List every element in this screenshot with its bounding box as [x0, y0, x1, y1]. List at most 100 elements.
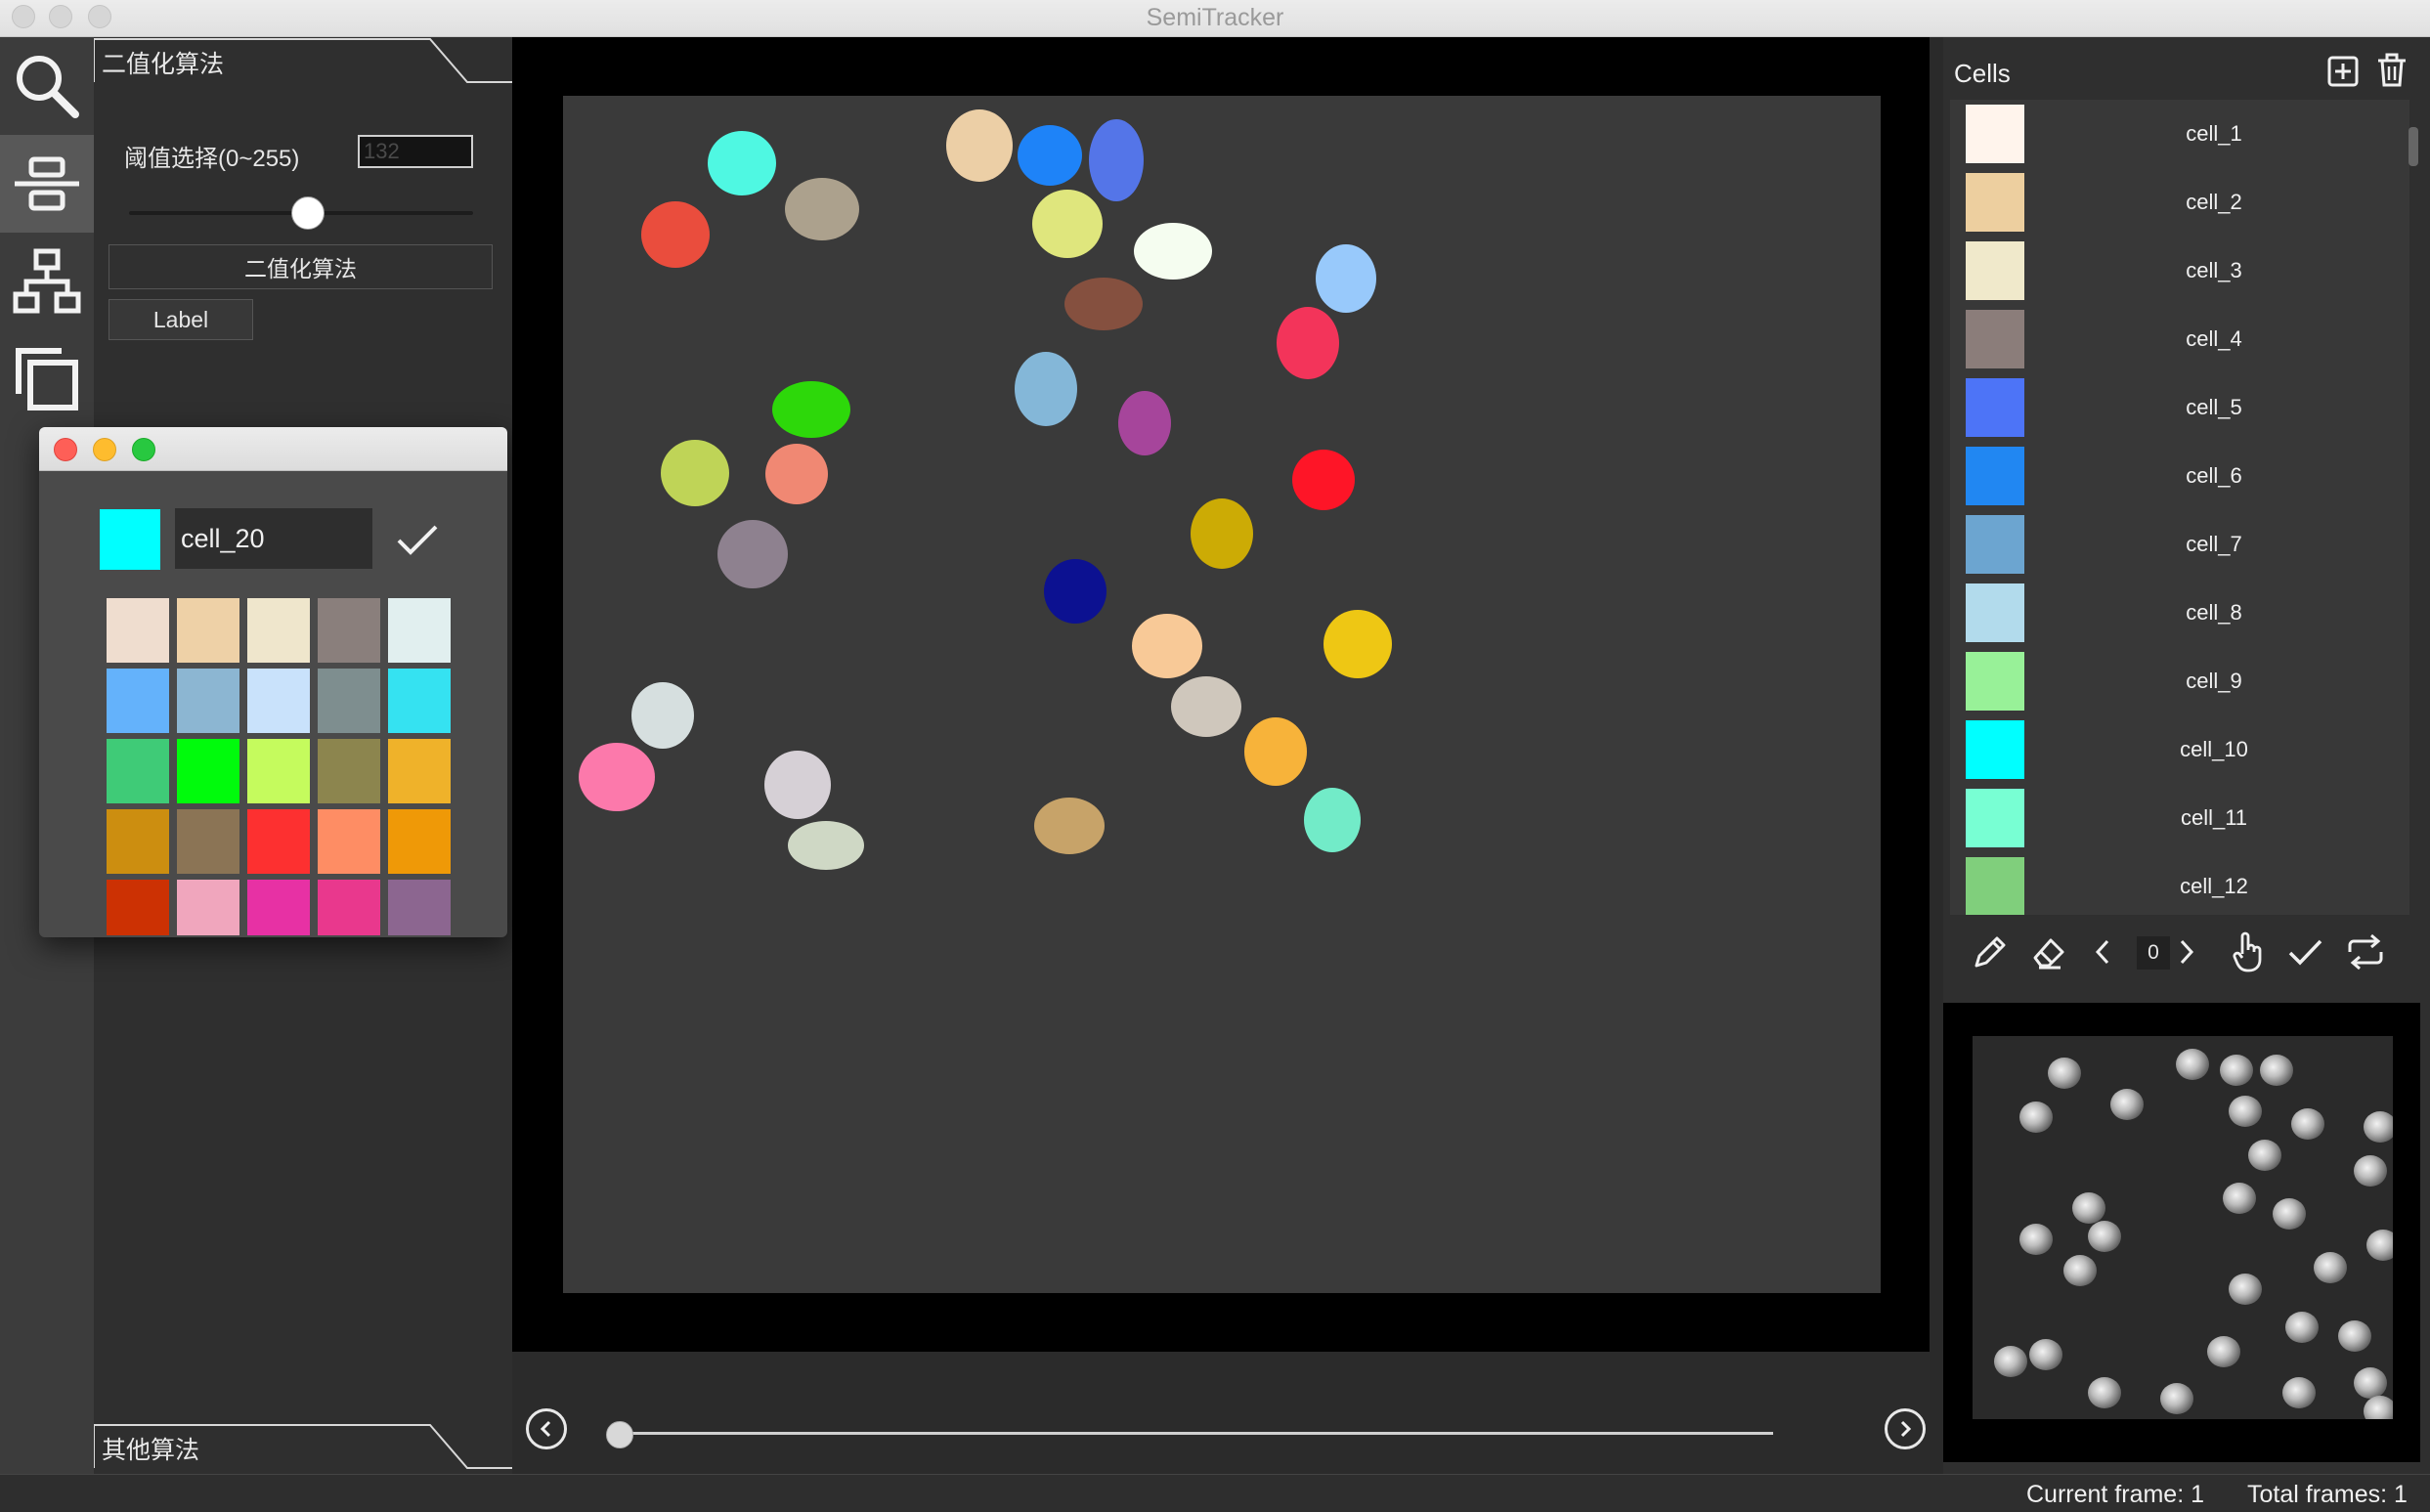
cell-list-item[interactable]: cell_6: [1950, 442, 2400, 510]
next-frame-button[interactable]: [1885, 1408, 1926, 1449]
segmented-cell[interactable]: [1171, 676, 1241, 737]
segmented-cell[interactable]: [788, 821, 864, 870]
cell-list-item[interactable]: cell_11: [1950, 784, 2400, 852]
palette-color-swatch[interactable]: [388, 880, 451, 935]
search-tool-button[interactable]: [0, 37, 94, 135]
palette-color-swatch[interactable]: [247, 809, 310, 874]
dialog-close-button[interactable]: [54, 438, 77, 461]
cell-list-item[interactable]: cell_12: [1950, 852, 2400, 915]
segmented-cell[interactable]: [1244, 717, 1307, 786]
segmented-cell[interactable]: [641, 201, 710, 268]
segmented-cell[interactable]: [661, 440, 729, 506]
dialog-minimize-button[interactable]: [93, 438, 116, 461]
confirm-name-button[interactable]: [393, 515, 442, 564]
palette-color-swatch[interactable]: [388, 669, 451, 733]
segmented-cell[interactable]: [1044, 559, 1107, 624]
palette-color-swatch[interactable]: [177, 880, 239, 935]
palette-color-swatch[interactable]: [107, 669, 169, 733]
segmented-cell[interactable]: [1316, 244, 1376, 313]
segmented-cell[interactable]: [764, 751, 831, 819]
cell-list-item[interactable]: cell_7: [1950, 510, 2400, 579]
cell-list[interactable]: cell_1 cell_2 cell_3 cell_4 cell_5 cell_6 cell…: [1950, 100, 2409, 915]
binarize-button[interactable]: 二值化算法: [108, 244, 493, 289]
palette-color-swatch[interactable]: [318, 669, 380, 733]
palette-color-swatch[interactable]: [318, 809, 380, 874]
segmented-cell[interactable]: [1132, 614, 1202, 678]
cell-list-item[interactable]: cell_1: [1950, 100, 2400, 168]
layers-tool-button[interactable]: [0, 330, 94, 428]
segmented-cell[interactable]: [708, 131, 776, 195]
palette-color-swatch[interactable]: [107, 598, 169, 663]
section-other-header[interactable]: 其他算法: [94, 1423, 512, 1470]
segmented-cell[interactable]: [785, 178, 859, 240]
palette-color-swatch[interactable]: [318, 598, 380, 663]
cell-list-scrollbar[interactable]: [2408, 127, 2418, 166]
segmented-cell[interactable]: [1032, 190, 1103, 258]
threshold-input[interactable]: [358, 135, 473, 168]
segmented-cell[interactable]: [1304, 788, 1361, 852]
palette-color-swatch[interactable]: [177, 598, 239, 663]
palette-color-swatch[interactable]: [318, 739, 380, 803]
segmented-cell[interactable]: [1118, 391, 1171, 455]
segmentation-image[interactable]: [563, 96, 1881, 1293]
segmented-cell[interactable]: [772, 381, 850, 438]
segmented-cell[interactable]: [1277, 307, 1339, 379]
raw-image-preview[interactable]: [1943, 1003, 2420, 1462]
palette-color-swatch[interactable]: [247, 880, 310, 935]
section-binarize-header[interactable]: 二值化算法: [94, 37, 512, 84]
palette-color-swatch[interactable]: [388, 598, 451, 663]
palette-color-swatch[interactable]: [388, 809, 451, 874]
segmented-cell[interactable]: [765, 444, 828, 504]
delete-cell-button[interactable]: [2375, 53, 2408, 88]
cell-list-item[interactable]: cell_9: [1950, 647, 2400, 715]
hand-select-button[interactable]: [2225, 929, 2272, 975]
palette-color-swatch[interactable]: [177, 669, 239, 733]
segmented-cell[interactable]: [717, 520, 788, 588]
segmented-cell[interactable]: [1034, 798, 1105, 854]
palette-color-swatch[interactable]: [247, 739, 310, 803]
palette-color-swatch[interactable]: [107, 809, 169, 874]
cell-list-item[interactable]: cell_2: [1950, 168, 2400, 237]
next-cell-button[interactable]: [2174, 929, 2199, 975]
pencil-button[interactable]: [1967, 929, 2014, 975]
prev-cell-button[interactable]: [2090, 929, 2115, 975]
cell-list-item[interactable]: cell_3: [1950, 237, 2400, 305]
prev-frame-button[interactable]: [526, 1408, 567, 1449]
frame-slider[interactable]: [620, 1432, 1773, 1435]
add-cell-button[interactable]: [2326, 55, 2360, 88]
segmented-cell[interactable]: [1064, 278, 1143, 330]
align-tool-button[interactable]: [0, 135, 94, 233]
cell-index-field[interactable]: 0: [2137, 936, 2170, 970]
segmented-cell[interactable]: [1015, 352, 1077, 426]
palette-color-swatch[interactable]: [107, 739, 169, 803]
cell-list-item[interactable]: cell_4: [1950, 305, 2400, 373]
threshold-slider-handle[interactable]: [291, 196, 325, 230]
dialog-zoom-button[interactable]: [132, 438, 155, 461]
segmented-cell[interactable]: [1018, 125, 1082, 186]
repeat-button[interactable]: [2342, 929, 2389, 975]
segmented-cell[interactable]: [1191, 498, 1253, 569]
palette-color-swatch[interactable]: [318, 880, 380, 935]
image-viewer[interactable]: [512, 37, 1930, 1352]
hierarchy-tool-button[interactable]: [0, 233, 94, 330]
eraser-button[interactable]: [2023, 929, 2070, 975]
segmented-cell[interactable]: [1089, 119, 1144, 201]
cell-list-item[interactable]: cell_10: [1950, 715, 2400, 784]
cell-list-item[interactable]: cell_5: [1950, 373, 2400, 442]
palette-color-swatch[interactable]: [247, 669, 310, 733]
segmented-cell[interactable]: [631, 682, 694, 749]
segmented-cell[interactable]: [1134, 223, 1212, 280]
palette-color-swatch[interactable]: [107, 880, 169, 935]
segmented-cell[interactable]: [1292, 450, 1355, 510]
palette-color-swatch[interactable]: [177, 809, 239, 874]
palette-color-swatch[interactable]: [388, 739, 451, 803]
palette-color-swatch[interactable]: [177, 739, 239, 803]
palette-color-swatch[interactable]: [247, 598, 310, 663]
segmented-cell[interactable]: [1323, 610, 1392, 678]
cell-list-item[interactable]: cell_8: [1950, 579, 2400, 647]
segmented-cell[interactable]: [579, 743, 655, 811]
label-button[interactable]: Label: [108, 299, 253, 340]
frame-slider-handle[interactable]: [606, 1421, 633, 1448]
segmented-cell[interactable]: [946, 109, 1013, 182]
selected-color-swatch[interactable]: [100, 509, 160, 570]
